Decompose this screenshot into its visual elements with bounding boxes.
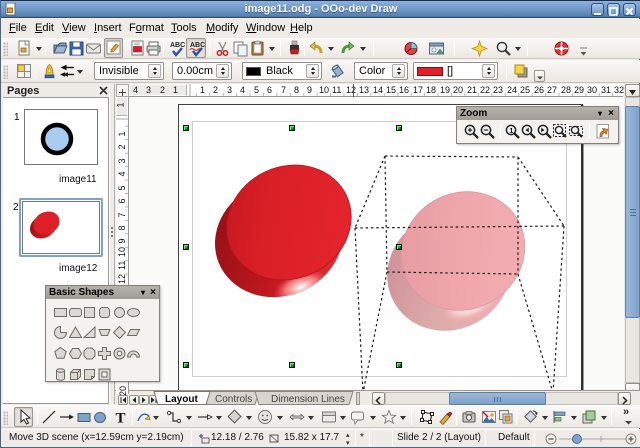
- svg-text:ABC: ABC: [190, 42, 205, 49]
- svg-text:1: 1: [509, 126, 513, 135]
- svg-text:Controls: Controls: [215, 394, 252, 405]
- svg-text:ABC: ABC: [170, 42, 185, 49]
- svg-text:Layout: Layout: [165, 394, 198, 405]
- svg-text:T: T: [116, 411, 126, 426]
- svg-text:Dimension Lines: Dimension Lines: [271, 394, 345, 405]
